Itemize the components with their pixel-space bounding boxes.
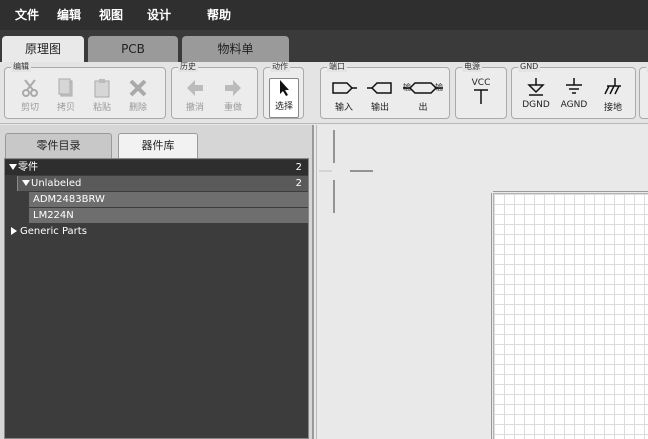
bidir-overlay-right: 输: [435, 83, 443, 92]
group-title-port: 端口: [327, 62, 347, 72]
copy-icon: [58, 78, 73, 97]
group-title-edit: 编辑: [11, 62, 31, 72]
group-title-gnd: GND: [518, 62, 541, 72]
earth-button[interactable]: 接地: [596, 78, 630, 118]
tree-group-count: 2: [295, 178, 302, 189]
input-port-button[interactable]: 输入: [329, 78, 359, 118]
parts-panel: 零件目录 器件库 零件 2 Unlabeled 2 ADM2483BRW LM2…: [0, 125, 314, 439]
toolbar-group-port: 端口 输入 输出 出 输 输: [320, 62, 450, 119]
tree-generic-label: Generic Parts: [20, 226, 87, 237]
tab-pcb[interactable]: PCB: [88, 36, 178, 62]
tab-bom[interactable]: 物料单: [182, 36, 289, 62]
menu-design[interactable]: 设计: [147, 6, 171, 23]
toolbar: 编辑 剪切 拷贝 粘贴 删除 历史 撤消 重做 动作 选择 端口 输入 输出 出…: [0, 62, 648, 124]
tree-root-label: 零件: [18, 162, 38, 173]
toolbar-group-power: 电源 VCC: [455, 62, 507, 119]
expand-down-icon[interactable]: [22, 180, 30, 186]
x-icon: [129, 79, 147, 97]
dgnd-icon: [527, 78, 545, 96]
input-port-icon: [332, 82, 357, 94]
toolbar-group-history: 历史 撤消 重做: [171, 62, 258, 119]
tab-schematic[interactable]: 原理图: [2, 36, 84, 62]
agnd-icon: [566, 78, 582, 94]
toolbar-group-edit: 编辑 剪切 拷贝 粘贴 删除: [4, 62, 166, 119]
crosshair-icon: [319, 130, 373, 213]
earth-ground-icon: [604, 78, 621, 95]
tree-group-cell: Unlabeled: [17, 176, 308, 191]
library-tree: 零件 2 Unlabeled 2 ADM2483BRW LM224N Gener…: [4, 158, 309, 439]
expand-down-icon[interactable]: [9, 164, 17, 170]
output-port-label: 输出: [370, 103, 389, 113]
copy-button[interactable]: 拷贝: [51, 78, 81, 118]
tree-group-row[interactable]: Unlabeled 2: [5, 176, 308, 191]
undo-label: 撤消: [185, 103, 204, 113]
group-title-action: 动作: [270, 62, 290, 72]
group-title-history: 历史: [178, 62, 198, 72]
bidir-overlay-left: 输: [403, 83, 411, 92]
paste-button[interactable]: 粘贴: [87, 78, 117, 118]
delete-label: 删除: [128, 103, 147, 113]
earth-label: 接地: [603, 103, 622, 113]
vcc-symbol-icon: [474, 89, 488, 104]
tree-item-row[interactable]: ADM2483BRW: [5, 192, 308, 207]
toolbar-group-gnd: GND DGND AGND 接地: [511, 62, 636, 119]
redo-button[interactable]: 重做: [218, 78, 248, 118]
vcc-label: VCC: [471, 78, 491, 88]
copy-label: 拷贝: [56, 103, 75, 113]
agnd-label: AGND: [560, 100, 588, 110]
tree-root-count: 2: [295, 162, 302, 173]
redo-label: 重做: [223, 103, 242, 113]
bidir-label-part-a: 出: [418, 103, 428, 113]
tab-component-library[interactable]: 器件库: [118, 133, 198, 159]
tree-item-lm224n[interactable]: LM224N: [29, 208, 308, 223]
dgnd-button[interactable]: DGND: [518, 78, 554, 118]
menu-file[interactable]: 文件: [15, 6, 39, 23]
input-port-label: 输入: [334, 103, 353, 113]
cursor-icon: [280, 80, 289, 96]
tree-group-label: Unlabeled: [31, 178, 82, 189]
menu-view[interactable]: 视图: [99, 6, 123, 23]
menu-edit[interactable]: 编辑: [57, 6, 81, 23]
group-title-power: 电源: [462, 62, 482, 72]
app-window: 文件 编辑 视图 设计 帮助 原理图 PCB 物料单 编辑 剪切 拷贝 粘贴 删…: [0, 0, 648, 439]
toolbar-group-action: 动作 选择: [263, 62, 304, 119]
schematic-sheet-grid[interactable]: [493, 193, 648, 439]
tree-item-adm2483brw[interactable]: ADM2483BRW: [29, 192, 308, 207]
tree-root-row[interactable]: 零件 2: [5, 160, 308, 175]
output-port-button[interactable]: 输出: [365, 78, 395, 118]
menu-bar: 文件 编辑 视图 设计 帮助: [0, 0, 648, 30]
menu-help[interactable]: 帮助: [207, 6, 231, 23]
bidir-port-button[interactable]: 出 输 输: [403, 78, 443, 118]
select-tool-button[interactable]: 选择: [269, 78, 299, 118]
undo-button[interactable]: 撤消: [180, 78, 210, 118]
agnd-button[interactable]: AGND: [556, 78, 592, 118]
dgnd-label: DGND: [522, 100, 550, 110]
delete-button[interactable]: 删除: [123, 78, 153, 118]
tree-item-row[interactable]: LM224N: [5, 208, 308, 223]
scissors-icon: [22, 79, 38, 97]
clipboard-icon: [94, 79, 110, 98]
expand-right-icon[interactable]: [11, 227, 17, 235]
arrow-right-icon: [225, 80, 241, 96]
cut-button[interactable]: 剪切: [15, 78, 45, 118]
select-label: 选择: [274, 102, 293, 112]
cut-label: 剪切: [20, 103, 39, 113]
schematic-canvas[interactable]: [316, 125, 648, 439]
arrow-left-icon: [187, 80, 203, 96]
bidir-port-label: 出: [403, 100, 443, 113]
tab-parts-catalog[interactable]: 零件目录: [5, 133, 112, 159]
toolbar-group-net: 网: [639, 62, 648, 119]
vcc-button[interactable]: VCC: [466, 78, 496, 118]
paste-label: 粘贴: [92, 103, 111, 113]
document-tabs: 原理图 PCB 物料单: [0, 30, 648, 62]
tree-generic-row[interactable]: Generic Parts: [5, 224, 308, 239]
output-port-icon: [367, 82, 392, 94]
